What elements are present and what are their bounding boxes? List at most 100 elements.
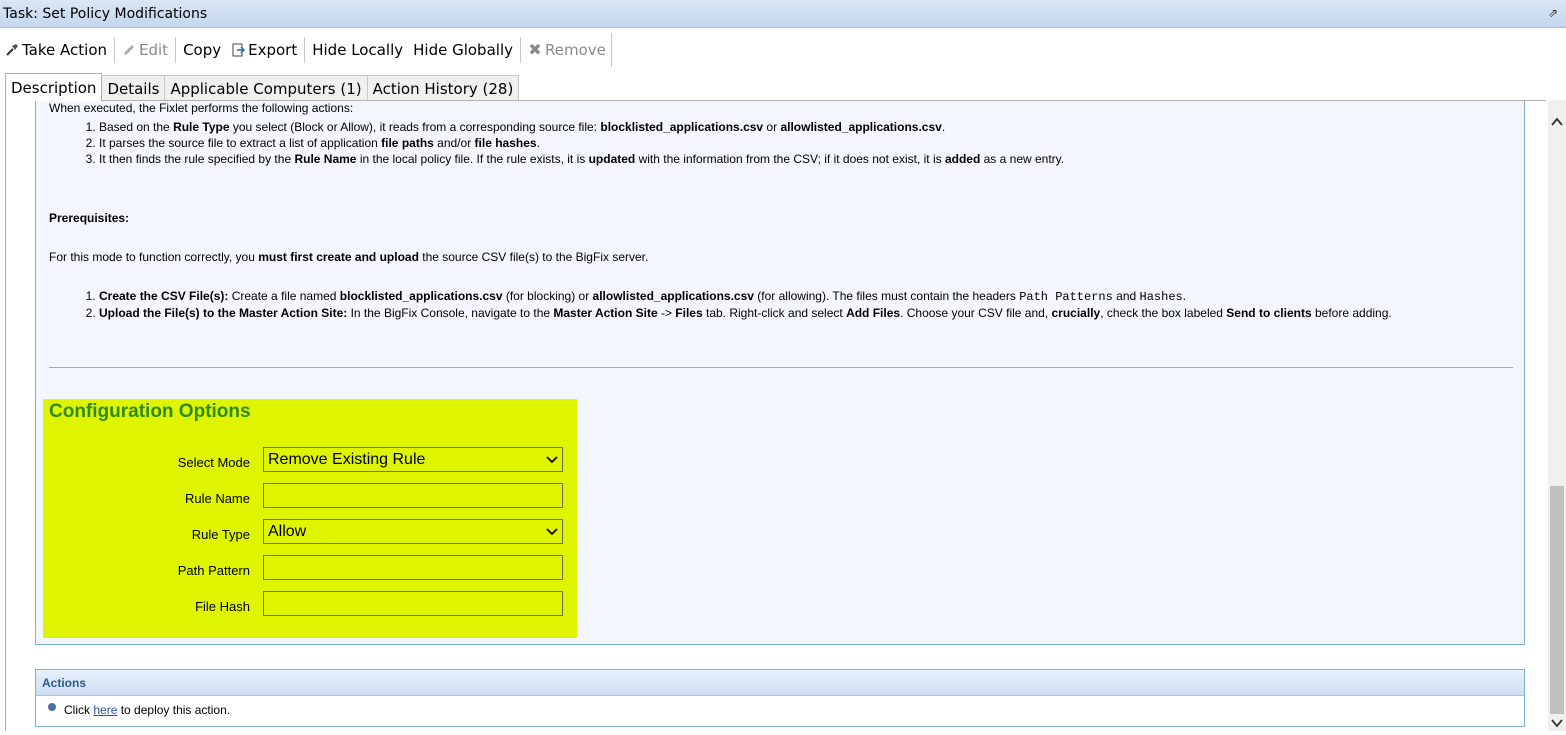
step-text: It parses the source file to extract a l… xyxy=(99,136,382,150)
step-bold: file hashes xyxy=(474,136,537,150)
bullet-icon xyxy=(48,703,56,711)
step-text: with the information from the CSV; if it… xyxy=(635,152,945,166)
tab-description[interactable]: Description xyxy=(5,73,103,101)
step-bold: Master Action Site xyxy=(553,306,658,320)
divider xyxy=(49,367,1513,368)
step-text: , check the box labeled xyxy=(1100,306,1227,320)
tab-applicable-computers[interactable]: Applicable Computers (1) xyxy=(164,75,368,101)
file-hash-label: File Hash xyxy=(195,599,250,614)
configuration-options-panel: Configuration Options Select Mode Remove… xyxy=(43,399,577,638)
close-icon: ✖ xyxy=(528,40,542,59)
actions-header: Actions xyxy=(36,670,1524,696)
step-text: Create a file named xyxy=(228,289,340,303)
step-bold: allowlisted_applications.csv xyxy=(780,120,942,134)
vertical-scrollbar[interactable] xyxy=(1548,100,1566,731)
rule-name-input[interactable] xyxy=(263,483,563,508)
prerequisite-steps-list: Create the CSV File(s): Create a file na… xyxy=(49,288,1489,321)
hide-globally-button[interactable]: Hide Globally xyxy=(408,36,518,64)
step-bold: blocklisted_applications.csv xyxy=(600,120,764,134)
step-text: . xyxy=(1182,289,1187,303)
prereq-text: For this mode to function correctly, you xyxy=(49,250,259,264)
list-item: Upload the File(s) to the Master Action … xyxy=(99,305,1489,321)
rule-type-label: Rule Type xyxy=(191,527,250,542)
step-bold: Files xyxy=(675,306,703,320)
scroll-down-icon[interactable] xyxy=(1548,715,1566,731)
export-label: Export xyxy=(248,41,298,59)
scroll-up-icon[interactable] xyxy=(1548,114,1566,130)
list-item: It parses the source file to extract a l… xyxy=(99,135,1489,151)
select-mode-value: Remove Existing Rule xyxy=(268,451,426,468)
restore-window-icon[interactable]: ⇗ xyxy=(1548,7,1560,19)
action-steps-list: Based on the Rule Type you select (Block… xyxy=(49,119,1489,167)
take-action-button[interactable]: Take Action xyxy=(0,36,112,64)
toolbar-separator xyxy=(519,37,521,63)
edit-label: Edit xyxy=(139,41,169,59)
action-text: Click xyxy=(64,703,94,717)
export-button[interactable]: Export xyxy=(226,36,302,64)
rule-type-dropdown[interactable]: Allow xyxy=(263,519,563,544)
step-text: Based on the xyxy=(99,120,174,134)
step-text: . xyxy=(536,136,540,150)
step-bold: Rule Type xyxy=(173,120,230,134)
step-text: or xyxy=(763,120,781,134)
action-text: to deploy this action. xyxy=(117,703,231,717)
hide-locally-button[interactable]: Hide Locally xyxy=(307,36,408,64)
step-text: in the local policy file. If the rule ex… xyxy=(356,152,589,166)
step-bold: Send to clients xyxy=(1226,306,1312,320)
select-mode-label: Select Mode xyxy=(177,455,250,470)
copy-button[interactable]: Copy xyxy=(178,36,226,64)
rule-name-row: Rule Name xyxy=(43,483,577,509)
hammer-icon xyxy=(5,43,19,57)
step-code: Hashes xyxy=(1139,290,1183,304)
window-titlebar: Task: Set Policy Modifications ⇗ xyxy=(0,0,1566,28)
prerequisites-text: For this mode to function correctly, you… xyxy=(49,250,648,264)
toolbar-separator xyxy=(304,37,306,63)
step-bold: blocklisted_applications.csv xyxy=(339,289,503,303)
configuration-options-title: Configuration Options xyxy=(49,401,251,422)
hide-globally-label: Hide Globally xyxy=(413,41,513,59)
scrollbar-thumb[interactable] xyxy=(1550,486,1564,714)
list-item: Create the CSV File(s): Create a file na… xyxy=(99,288,1489,305)
step-text: and xyxy=(1112,289,1140,303)
remove-button[interactable]: ✖ Remove xyxy=(523,36,611,64)
step-text: In the BigFix Console, navigate to the xyxy=(347,306,554,320)
deploy-action-link[interactable]: here xyxy=(93,703,117,717)
tab-details[interactable]: Details xyxy=(101,75,166,101)
step-bold: Add Files xyxy=(846,306,901,320)
remove-label: Remove xyxy=(544,41,606,59)
step-text: (for allowing). The files must contain t… xyxy=(753,289,1020,303)
edit-button[interactable]: Edit xyxy=(117,36,173,64)
rule-name-label: Rule Name xyxy=(184,491,250,506)
take-action-label: Take Action xyxy=(22,41,107,59)
toolbar-separator xyxy=(175,37,177,63)
rule-type-value: Allow xyxy=(268,523,307,540)
step-bold: crucially xyxy=(1051,306,1101,320)
step-bold: allowlisted_applications.csv xyxy=(592,289,754,303)
select-mode-dropdown[interactable]: Remove Existing Rule xyxy=(263,447,563,472)
path-pattern-input[interactable] xyxy=(263,555,563,580)
action-item: Click here to deploy this action. xyxy=(48,703,230,717)
chevron-down-icon xyxy=(546,448,558,478)
step-text: . xyxy=(941,120,946,134)
step-code: Path Patterns xyxy=(1019,290,1113,304)
step-bold: added xyxy=(944,152,981,166)
chevron-down-icon xyxy=(546,520,558,550)
step-text: (for blocking) or xyxy=(502,289,593,303)
step-bold: updated xyxy=(588,152,636,166)
tab-bar: Description Details Applicable Computers… xyxy=(5,73,520,101)
step-bold: Create the CSV File(s): xyxy=(99,289,229,303)
tab-action-history[interactable]: Action History (28) xyxy=(366,75,520,101)
path-pattern-label: Path Pattern xyxy=(177,563,250,578)
step-text: as a new entry. xyxy=(980,152,1065,166)
prereq-text: the source CSV file(s) to the BigFix ser… xyxy=(418,250,649,264)
toolbar-separator xyxy=(610,33,612,67)
description-content: When executed, the Fixlet performs the f… xyxy=(5,100,1546,731)
step-bold: Upload the File(s) to the Master Action … xyxy=(99,306,348,320)
copy-label: Copy xyxy=(183,41,222,59)
step-text: . Choose your CSV file and, xyxy=(900,306,1052,320)
file-hash-input[interactable] xyxy=(263,591,563,616)
hide-locally-label: Hide Locally xyxy=(312,41,404,59)
actions-panel: Actions Click here to deploy this action… xyxy=(35,669,1525,727)
pencil-icon xyxy=(122,43,136,57)
toolbar-separator xyxy=(114,37,115,63)
